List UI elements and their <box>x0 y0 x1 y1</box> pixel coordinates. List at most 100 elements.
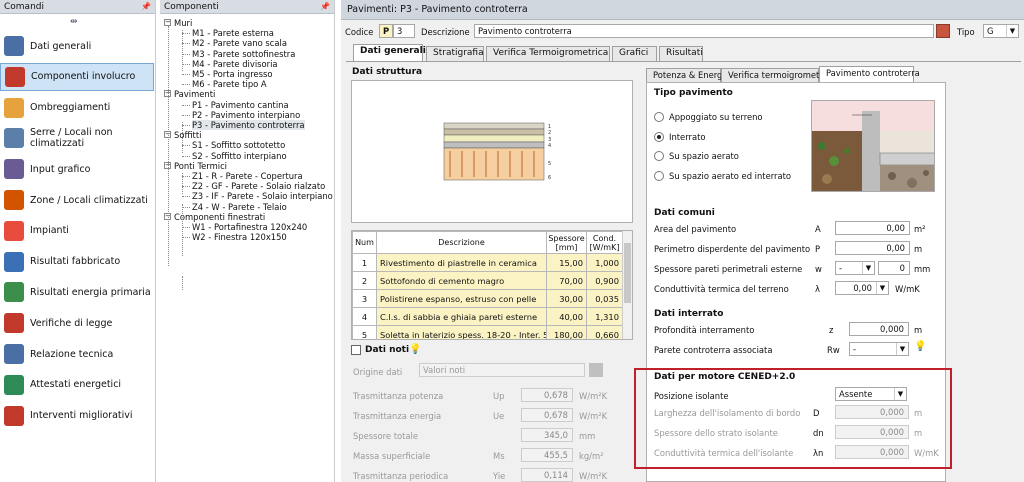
tree-node[interactable]: Z2 - GF - Parete - Solaio rialzato <box>192 181 325 191</box>
table-row[interactable]: 5 Soletta in laterizio spess. 18-20 - Int… <box>352 325 623 339</box>
tree-node[interactable]: P1 - Pavimento cantina <box>192 100 289 110</box>
profondita-input[interactable]: 0,000 <box>849 322 909 336</box>
tree-node[interactable]: S1 - Soffitto sottotetto <box>192 140 285 150</box>
radio-tipo-pavimento[interactable]: Appoggiato su terreno <box>654 112 763 122</box>
tree-connector <box>182 237 190 239</box>
tree-connector <box>182 84 190 86</box>
lightbulb-icon[interactable]: 💡 <box>914 341 926 352</box>
tree-node[interactable]: Z4 - W - Parete - Telaio <box>192 202 287 212</box>
nav-verifiche-di-legge[interactable]: Verifiche di legge <box>0 309 154 337</box>
dati-noti-row-symbol: Ms <box>493 451 505 461</box>
comuni-row-label: Spessore pareti perimetrali esterne <box>654 264 803 274</box>
tree-node[interactable]: Ponti Termici <box>174 161 227 171</box>
comuni-row-unit: m² <box>914 224 926 234</box>
origine-dati-icon <box>589 363 603 377</box>
nav-ombreggiamenti[interactable]: Ombreggiamenti <box>0 94 154 122</box>
dati-noti-row-value: 455,5 <box>521 448 573 462</box>
tree-node[interactable]: M6 - Parete tipo A <box>192 79 267 89</box>
tab-risultati[interactable]: Risultati <box>659 46 703 61</box>
radio-icon[interactable] <box>654 131 664 142</box>
svg-text:5: 5 <box>548 161 551 167</box>
lightbulb-icon[interactable]: 💡 <box>409 344 421 355</box>
tree-node[interactable]: Pavimenti <box>174 89 215 99</box>
tree-node[interactable]: M3 - Parete sottofinestra <box>192 49 295 59</box>
select-value: - <box>839 263 843 273</box>
wall-icon <box>5 66 25 87</box>
tree-node[interactable]: Muri <box>174 18 192 28</box>
comuni-row-value[interactable]: 0,00 <box>835 221 910 235</box>
tree-connector <box>182 145 190 147</box>
conduttivita-select[interactable]: 0,00 ▼ <box>835 281 889 295</box>
tree-node[interactable]: S2 - Soffitto interpiano <box>192 151 287 161</box>
parete-select[interactable]: - ▼ <box>849 342 909 356</box>
tab-stratigrafia[interactable]: Stratigrafia <box>426 46 484 61</box>
tree-node[interactable]: M5 - Porta ingresso <box>192 69 273 79</box>
tree-node[interactable]: Componenti finestrati <box>174 212 265 222</box>
tree-node[interactable]: W1 - Portafinestra 120x240 <box>192 222 307 232</box>
dati-noti-checkbox[interactable] <box>351 345 361 355</box>
nav-serre-locali-non-climatizzati[interactable]: Serre / Locali non climatizzati <box>0 124 154 152</box>
subtab-verifica-termoigrometrica[interactable]: Verifica termoigrometrica <box>721 68 835 83</box>
nav-risultati-energia-primaria[interactable]: Risultati energia primaria <box>0 278 154 306</box>
tipo-pavimento-title: Tipo pavimento <box>654 88 733 98</box>
table-row[interactable]: 1 Rivestimento di piastrelle in ceramica 1… <box>352 253 623 272</box>
posizione-isolante-select[interactable]: Assente ▼ <box>835 387 907 401</box>
tab-dati-generali[interactable]: Dati generali <box>353 44 426 61</box>
nav-input-grafico[interactable]: Input grafico <box>0 155 154 183</box>
table-row[interactable]: 3 Polistirene espanso, estruso con pelle 3… <box>352 289 623 308</box>
collapse-toggle-icon[interactable]: − <box>164 19 171 26</box>
cened-row-symbol: D <box>813 408 820 418</box>
pin-icon[interactable]: 📌 <box>141 0 151 14</box>
cell-cond: 0,900 <box>586 271 623 290</box>
tab-grafici[interactable]: Grafici <box>612 46 657 61</box>
tipo-select[interactable]: G ▼ <box>983 24 1019 38</box>
table-row[interactable]: 4 C.l.s. di sabbia e ghiaia pareti estern… <box>352 307 623 326</box>
tree-node[interactable]: Z3 - IF - Parete - Solaio interpiano <box>192 191 333 201</box>
nav-risultati-fabbricato[interactable]: Risultati fabbricato <box>0 248 154 276</box>
collapse-icon[interactable]: ⇹ <box>70 17 78 27</box>
nav-relazione-tecnica[interactable]: Relazione tecnica <box>0 340 154 368</box>
scrollbar[interactable] <box>622 231 632 339</box>
tree-connector <box>182 43 190 45</box>
tree-node[interactable]: W2 - Finestra 120x150 <box>192 232 287 242</box>
tree-node[interactable]: P3 - Pavimento controterra <box>192 120 305 130</box>
codice-input[interactable]: 3 <box>393 24 415 38</box>
nav-interventi-migliorativi[interactable]: Interventi migliorativi <box>0 402 154 430</box>
tree-node[interactable]: M4 - Parete divisoria <box>192 59 278 69</box>
radio-tipo-pavimento[interactable]: Su spazio aerato <box>654 151 739 161</box>
spessore-unit-select[interactable]: - ▼ <box>835 261 875 275</box>
radio-icon[interactable] <box>654 170 664 181</box>
subtab-pavimento-controterra[interactable]: Pavimento controterra <box>819 66 920 83</box>
dati-noti-row-label: Spessore totale <box>353 431 419 441</box>
nav-impianti[interactable]: Impianti <box>0 217 154 245</box>
tree-node[interactable]: P2 - Pavimento interpiano <box>192 110 300 120</box>
radio-label: Interrato <box>669 131 706 142</box>
subtab-potenza-energia[interactable]: Potenza & Energia <box>646 68 730 83</box>
tree-node[interactable]: Z1 - R - Parete - Copertura <box>192 171 303 181</box>
cell-cond: 0,035 <box>586 289 623 308</box>
table-row[interactable]: 2 Sottofondo di cemento magro 70,00 0,900 <box>352 271 623 290</box>
tree-node[interactable]: M1 - Parete esterna <box>192 28 274 38</box>
dati-noti-row-symbol: Up <box>493 391 505 401</box>
commands-panel: Comandi 📌 ⇹ Dati generali Componenti invol… <box>0 0 156 482</box>
comuni-row-value[interactable]: 0 <box>878 261 910 275</box>
radio-icon[interactable] <box>654 151 664 161</box>
radio-tipo-pavimento[interactable]: Su spazio aerato ed interrato <box>654 170 791 181</box>
pin-icon[interactable]: 📌 <box>320 0 330 14</box>
nav-zone-locali-climatizzati[interactable]: Zone / Locali climatizzati <box>0 186 154 214</box>
cell-desc: Rivestimento di piastrelle in ceramica <box>376 253 547 272</box>
radio-tipo-pavimento[interactable]: Interrato <box>654 131 706 142</box>
tree-node[interactable]: Soffitti <box>174 130 201 140</box>
radio-icon[interactable] <box>654 112 664 122</box>
floor-type-illustration <box>811 100 935 192</box>
nav-dati-generali[interactable]: Dati generali <box>0 32 154 60</box>
cell-desc: C.l.s. di sabbia e ghiaia pareti esterne <box>376 307 547 326</box>
tree-node[interactable]: M2 - Parete vano scala <box>192 38 287 48</box>
tab-verifica-termoigrometrica[interactable]: Verifica Termoigrometrica <box>486 46 610 61</box>
nav-componenti-involucro[interactable]: Componenti involucro <box>0 62 154 91</box>
parete-label: Parete controterra associata <box>654 345 773 355</box>
edit-description-icon[interactable] <box>936 24 950 38</box>
nav-attestati-energetici[interactable]: Attestati energetici <box>0 371 154 399</box>
descrizione-input[interactable]: Pavimento controterra <box>474 24 934 38</box>
comuni-row-value[interactable]: 0,00 <box>835 241 910 255</box>
